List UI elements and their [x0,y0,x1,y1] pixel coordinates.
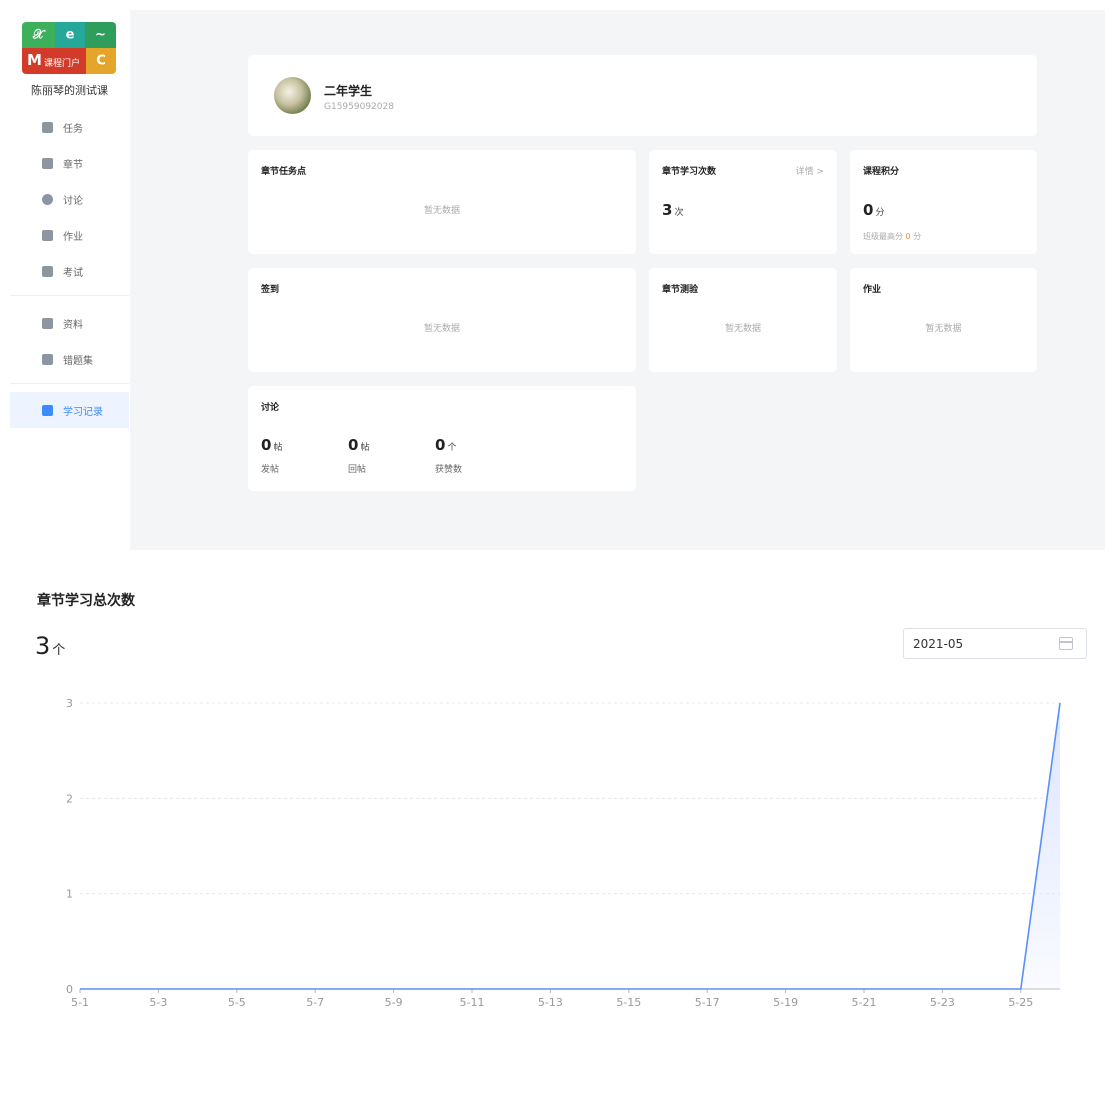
card-title: 课程积分 [863,167,900,177]
x-tick-label: 5-17 [695,996,720,1009]
chart-total: 3个 [35,632,66,660]
x-tick-label: 5-21 [852,996,877,1009]
checkin-card: 签到 暂无数据 [248,268,636,372]
class-max-note: 班级最高分 0 分 [863,232,922,241]
discussion-stat: 0个 获赞数 [435,436,463,475]
chapter-quiz-card: 章节测验 暂无数据 [649,268,837,372]
divider [10,295,129,296]
logo-tile: ~ [85,22,116,48]
discussion-stat: 0帖 发帖 [261,436,283,475]
course-logo[interactable]: 𝒳 e ~ M 课程门户 C [22,22,116,74]
chart-title: 章节学习总次数 [37,593,135,609]
logo-tile: C [86,48,116,74]
card-title: 章节测验 [662,285,699,295]
study-count-chart: 0 1 2 3 5-1 5-3 5-5 5-7 5-9 5-11 5-13 5-15 5-17 5-19 5… [66,697,1061,1009]
empty-state: 暂无数据 [423,324,460,334]
logo-tile: 𝒳 [22,22,55,48]
points-value: 0分 [863,201,885,219]
divider [10,383,129,384]
y-tick-label: 1 [66,888,73,901]
student-id: G15959092028 [324,102,394,112]
chat-icon [42,193,53,205]
sidebar-item-materials[interactable]: 资料 [10,305,129,341]
avatar[interactable] [274,77,311,114]
x-tick-label: 5-11 [460,996,485,1009]
card-title: 章节学习次数 [662,167,717,177]
y-tick-label: 3 [66,697,73,710]
empty-state: 暂无数据 [724,324,761,334]
card-title: 签到 [261,285,280,295]
logo-tile: M 课程门户 [22,48,86,74]
profile-card: 二年学生 G15959092028 [248,55,1037,136]
sidebar-item-discussion[interactable]: 讨论 [10,181,129,217]
sidebar-item-chapters[interactable]: 章节 [10,145,129,181]
x-tick-label: 5-25 [1008,996,1033,1009]
sidebar-item-tasks[interactable]: 任务 [10,109,129,145]
sidebar: 𝒳 e ~ M 课程门户 C 陈丽琴的测试课 任务 章节 讨论 作业 考试 资料… [10,10,129,550]
discussion-stat: 0帖 回帖 [348,436,370,475]
discussion-card: 讨论 0帖 发帖 0帖 回帖 0个 获赞数 [248,386,636,491]
logo-text: 课程门户 [44,59,81,69]
card-title: 章节任务点 [261,167,307,177]
chapter-tasks-card: 章节任务点 暂无数据 [248,150,636,254]
grid-icon [42,121,53,133]
main-content: 二年学生 G15959092028 章节任务点 暂无数据 章节学习次数 详情 >… [130,10,1105,550]
sidebar-item-study-record[interactable]: 学习记录 [10,392,129,428]
course-name: 陈丽琴的测试课 [31,84,108,97]
study-count: 3次 [662,201,684,219]
error-book-icon [42,353,53,365]
sidebar-item-exam[interactable]: 考试 [10,253,129,289]
chapter-study-card: 章节学习次数 详情 > 3次 [649,150,837,254]
sidebar-item-error-book[interactable]: 错题集 [10,341,129,377]
list-icon [42,157,53,169]
x-tick-label: 5-9 [385,996,403,1009]
folder-icon [42,317,53,329]
card-title: 讨论 [261,403,280,413]
homework-card: 作业 暂无数据 [850,268,1037,372]
course-points-card: 课程积分 0分 班级最高分 0 分 [850,150,1037,254]
details-link[interactable]: 详情 > [796,164,824,177]
x-tick-label: 5-7 [306,996,324,1009]
calendar-icon [1059,637,1073,650]
exam-icon [42,265,53,277]
y-tick-label: 2 [66,792,73,805]
empty-state: 暂无数据 [423,206,460,216]
pencil-icon [42,229,53,241]
logo-tile: e [55,22,85,48]
record-icon [42,404,53,416]
x-tick-label: 5-5 [228,996,246,1009]
series-line [80,702,1061,990]
app-frame: 𝒳 e ~ M 课程门户 C 陈丽琴的测试课 任务 章节 讨论 作业 考试 资料… [10,10,1105,550]
x-tick-label: 5-19 [773,996,798,1009]
x-tick-label: 5-1 [71,996,89,1009]
empty-state: 暂无数据 [925,324,962,334]
card-title: 作业 [863,285,882,295]
x-tick-label: 5-15 [616,996,641,1009]
x-tick-label: 5-3 [149,996,167,1009]
x-tick-label: 5-13 [538,996,563,1009]
student-name: 二年学生 [324,84,373,98]
series-area [80,703,1060,989]
sidebar-item-homework[interactable]: 作业 [10,217,129,253]
y-tick-label: 0 [66,983,73,996]
x-tick-label: 5-23 [930,996,955,1009]
month-picker[interactable]: 2021-05 [903,628,1087,659]
